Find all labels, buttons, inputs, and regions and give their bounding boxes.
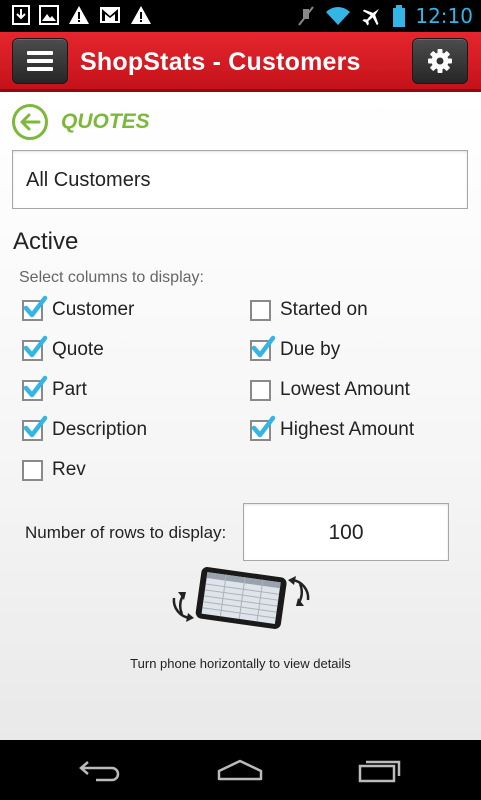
column-checkbox-rev[interactable]: Rev	[22, 455, 86, 485]
notification-icons	[12, 5, 152, 25]
customer-selector[interactable]: All Customers	[12, 150, 468, 209]
column-checkbox-quote[interactable]: Quote	[22, 335, 104, 365]
system-icons: 12:10	[297, 3, 473, 29]
image-icon	[39, 5, 59, 25]
column-checkbox-description[interactable]: Description	[22, 415, 147, 445]
checkbox[interactable]	[250, 335, 276, 361]
download-icon	[12, 5, 30, 25]
rotate-caption: Turn phone horizontally to view details	[130, 656, 351, 671]
column-checkbox-part[interactable]: Part	[22, 375, 87, 405]
checkbox-label: Rev	[52, 459, 86, 480]
menu-button[interactable]	[12, 38, 68, 84]
wifi-icon	[326, 7, 351, 25]
main-content: QUOTES All Customers Active Select colum…	[0, 92, 481, 740]
checkbox[interactable]	[22, 295, 48, 321]
checkmark-icon	[23, 375, 48, 397]
warning-icon	[69, 6, 89, 24]
checkbox[interactable]	[22, 459, 43, 481]
rows-input[interactable]: 100	[243, 503, 449, 561]
checkbox[interactable]	[22, 375, 48, 401]
rows-label: Number of rows to display:	[25, 523, 227, 542]
checkbox-label: Customer	[52, 299, 135, 320]
mute-icon	[298, 6, 315, 26]
checkmark-icon	[23, 295, 48, 317]
nav-back-button[interactable]	[76, 754, 124, 786]
menu-icon	[27, 51, 53, 71]
clock: 12:10	[415, 4, 473, 28]
page-title: ShopStats - Customers	[80, 48, 361, 76]
gmail-icon	[100, 7, 120, 23]
checkbox-label: Started on	[280, 299, 368, 320]
navigation-bar	[0, 740, 481, 800]
battery-icon	[393, 5, 406, 27]
checkbox-label: Part	[52, 379, 87, 400]
settings-button[interactable]	[412, 38, 468, 84]
rotate-phone-icon	[172, 567, 310, 629]
checkbox[interactable]	[22, 335, 48, 361]
column-checkbox-lowest-amount[interactable]: Lowest Amount	[250, 375, 410, 405]
nav-recent-apps-button[interactable]	[357, 754, 405, 786]
column-checkbox-started-on[interactable]: Started on	[250, 295, 368, 325]
column-checkbox-customer[interactable]: Customer	[22, 295, 134, 325]
columns-hint: Select columns to display:	[19, 269, 204, 286]
section-title: Active	[13, 228, 79, 255]
checkbox-label: Description	[52, 419, 148, 440]
checkbox-label: Due by	[280, 339, 341, 360]
checkmark-icon	[23, 415, 48, 437]
back-to-quotes[interactable]: QUOTES	[12, 104, 150, 140]
checkmark-icon	[251, 335, 276, 357]
action-bar: ShopStats - Customers	[0, 32, 481, 92]
checkbox-label: Quote	[52, 339, 104, 360]
airplane-icon	[362, 8, 380, 26]
back-arrow-icon	[12, 104, 48, 140]
checkbox[interactable]	[250, 299, 271, 321]
checkmark-icon	[251, 415, 276, 437]
checkmark-icon	[23, 335, 48, 357]
checkbox-label: Lowest Amount	[280, 379, 410, 400]
status-bar: 12:10	[0, 0, 481, 32]
checkbox[interactable]	[22, 415, 48, 441]
gear-icon	[428, 49, 452, 73]
recent-apps-icon	[358, 760, 401, 783]
checkbox-label: Highest Amount	[280, 419, 415, 440]
back-icon	[79, 761, 120, 782]
back-label: QUOTES	[61, 110, 150, 133]
customer-selector-value: All Customers	[26, 169, 151, 191]
warning-icon	[131, 6, 151, 24]
home-icon	[217, 759, 263, 781]
column-checkbox-highest-amount[interactable]: Highest Amount	[250, 415, 414, 445]
checkbox[interactable]	[250, 379, 271, 401]
nav-home-button[interactable]	[216, 754, 264, 786]
column-checkbox-due-by[interactable]: Due by	[250, 335, 340, 365]
checkbox[interactable]	[250, 415, 276, 441]
